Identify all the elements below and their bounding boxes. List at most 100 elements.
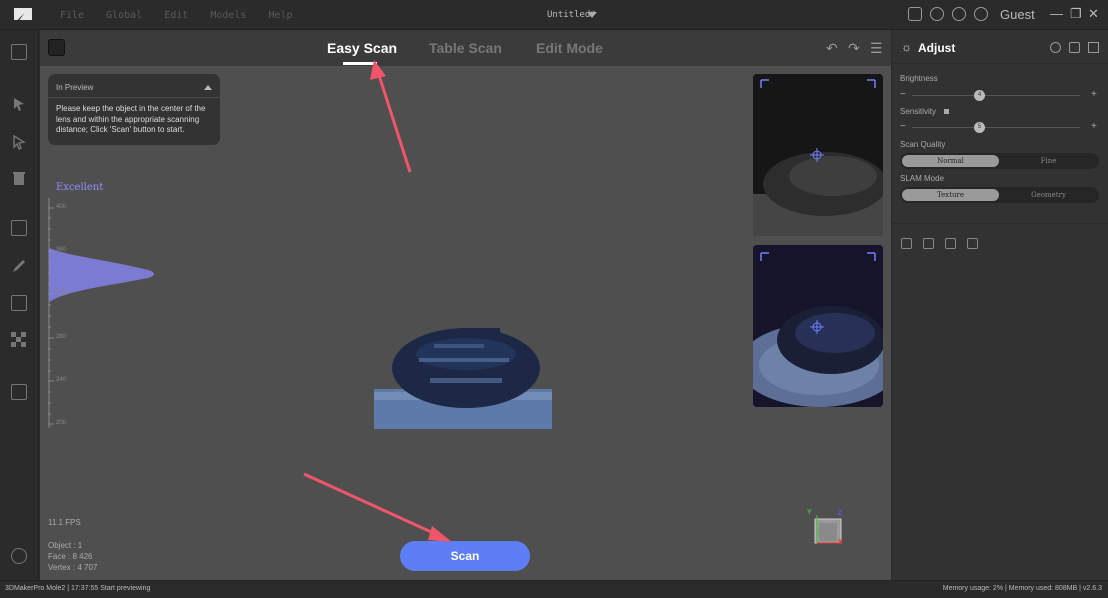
vertex-count: Vertex : 4 707 [48,563,98,572]
mouse-icon[interactable] [11,548,27,564]
tab-table-scan[interactable]: Table Scan [429,40,502,56]
undo-icon[interactable]: ↶ [826,40,838,57]
duplicate-icon[interactable] [11,220,27,236]
brightness-knob[interactable]: 4 [974,90,985,101]
slam-mode-label: SLAM Mode [900,174,945,183]
redo-icon[interactable]: ↷ [848,40,860,57]
scanner-device-icon[interactable] [48,39,65,56]
divider [48,97,220,98]
delete-icon[interactable] [967,238,978,249]
pen-icon[interactable] [11,258,27,274]
sun-icon: ☼ [901,40,912,54]
camera-view-geometry [753,245,883,407]
tick-200: 200 [56,420,67,426]
chevron-down-icon[interactable] [587,12,597,18]
slam-texture-option[interactable]: Texture [902,189,999,201]
sensitivity-slider[interactable] [912,127,1080,128]
tick-320: 320 [56,290,67,296]
chat-icon[interactable] [952,7,966,21]
brightness-increase[interactable]: + [1091,89,1097,100]
brightness-label: Brightness [900,74,938,83]
copy-icon[interactable] [945,238,956,249]
sensitivity-increase[interactable]: + [1091,121,1097,132]
menu-models[interactable]: Models [210,10,246,21]
export-icon[interactable] [923,238,934,249]
menu-file[interactable]: File [60,10,84,21]
scanned-mesh[interactable] [374,314,554,430]
axis-x-label: X [838,539,843,546]
scan-viewport[interactable]: Easy Scan Table Scan Edit Mode ↶ ↷ ☰ In … [40,30,891,580]
divider [892,223,1108,224]
sensitivity-knob[interactable]: 5 [974,122,985,133]
memory-status: Memory usage: 2% | Memory used: 808MB | … [942,585,1102,592]
distance-quality-label: Excellent [56,182,104,193]
layers-icon[interactable] [11,384,27,400]
mode-tabs-bar: Easy Scan Table Scan Edit Mode ↶ ↷ ☰ [40,30,891,66]
menu-bar: File Global Edit Models Help [60,10,293,21]
sync-icon[interactable] [930,7,944,21]
model-stats: Object : 1 Face : 8 426 Vertex : 4 707 [48,540,97,573]
sensitivity-label: Sensitivity [900,107,937,116]
minimize-icon[interactable]: — [1050,6,1063,22]
info-icon[interactable] [944,109,949,114]
active-tab-indicator [343,62,377,65]
close-icon[interactable]: ✕ [1088,6,1099,22]
maximize-icon[interactable]: ❐ [1070,6,1082,22]
user-name[interactable]: Guest [1000,7,1035,22]
adjust-panel: ☼ Adjust Brightness − 4 + Sensitivity − … [892,30,1108,580]
title-bar: File Global Edit Models Help Untitled* G… [0,0,1108,30]
camera-view-texture [753,74,883,236]
distance-ruler: 400 360 320 280 240 200 [48,198,168,438]
select-region-icon[interactable] [11,44,27,60]
brightness-slider[interactable] [912,95,1080,96]
slam-geometry-option[interactable]: Geometry [1000,189,1097,201]
trash-icon[interactable] [11,170,27,186]
tab-easy-scan[interactable]: Easy Scan [327,40,397,56]
fps-readout: 11.1 FPS [48,518,81,527]
book-icon[interactable] [908,7,922,21]
panel-title: Adjust [918,41,956,55]
pointer-select-icon[interactable] [11,134,27,150]
axis-y-label: Y [807,509,812,516]
crop-box-icon[interactable] [11,295,27,311]
menu-icon[interactable]: ☰ [870,40,883,57]
checker-icon[interactable] [11,332,27,348]
scan-button[interactable]: Scan [400,541,530,571]
quality-fine-option[interactable]: Fine [1000,155,1097,167]
face-count: Face : 8 426 [48,552,93,561]
tab-edit-mode[interactable]: Edit Mode [536,40,603,56]
app-logo-icon [14,8,32,20]
adjust-header: ☼ Adjust [892,30,1108,64]
quality-normal-option[interactable]: Normal [902,155,999,167]
scan-quality-toggle: Normal Fine [900,153,1099,169]
cube-icon[interactable] [1069,42,1080,53]
bell-icon[interactable] [974,7,988,21]
view-cube[interactable]: Y Z X [807,509,845,547]
preview-panel: In Preview Please keep the object in the… [48,74,220,145]
tick-240: 240 [56,377,67,383]
menu-global[interactable]: Global [106,10,142,21]
preview-message: Please keep the object in the center of … [56,104,206,134]
collapse-icon[interactable] [204,85,212,90]
brightness-decrease[interactable]: − [900,89,906,100]
app-window: File Global Edit Models Help Untitled* G… [0,0,1108,598]
slam-mode-toggle: Texture Geometry [900,187,1099,203]
import-icon[interactable] [901,238,912,249]
settings-icon[interactable] [1088,42,1099,53]
lasso-select-icon[interactable] [11,96,27,112]
scan-quality-label: Scan Quality [900,140,946,149]
menu-edit[interactable]: Edit [164,10,188,21]
axis-z-label: Z [838,510,843,517]
visibility-icon[interactable] [1050,42,1061,53]
object-count: Object : 1 [48,541,83,550]
status-message: 3DMakerPro Mole2 | 17:37:55 Start previe… [5,585,151,592]
sensitivity-decrease[interactable]: − [900,121,906,132]
status-bar: 3DMakerPro Mole2 | 17:37:55 Start previe… [0,580,1108,598]
tick-280: 280 [56,334,67,340]
left-toolbar [0,30,39,580]
titlebar-icons [908,7,988,21]
tick-400: 400 [56,204,67,210]
preview-header: In Preview [56,83,94,92]
tick-360: 360 [56,247,67,253]
menu-help[interactable]: Help [268,10,292,21]
